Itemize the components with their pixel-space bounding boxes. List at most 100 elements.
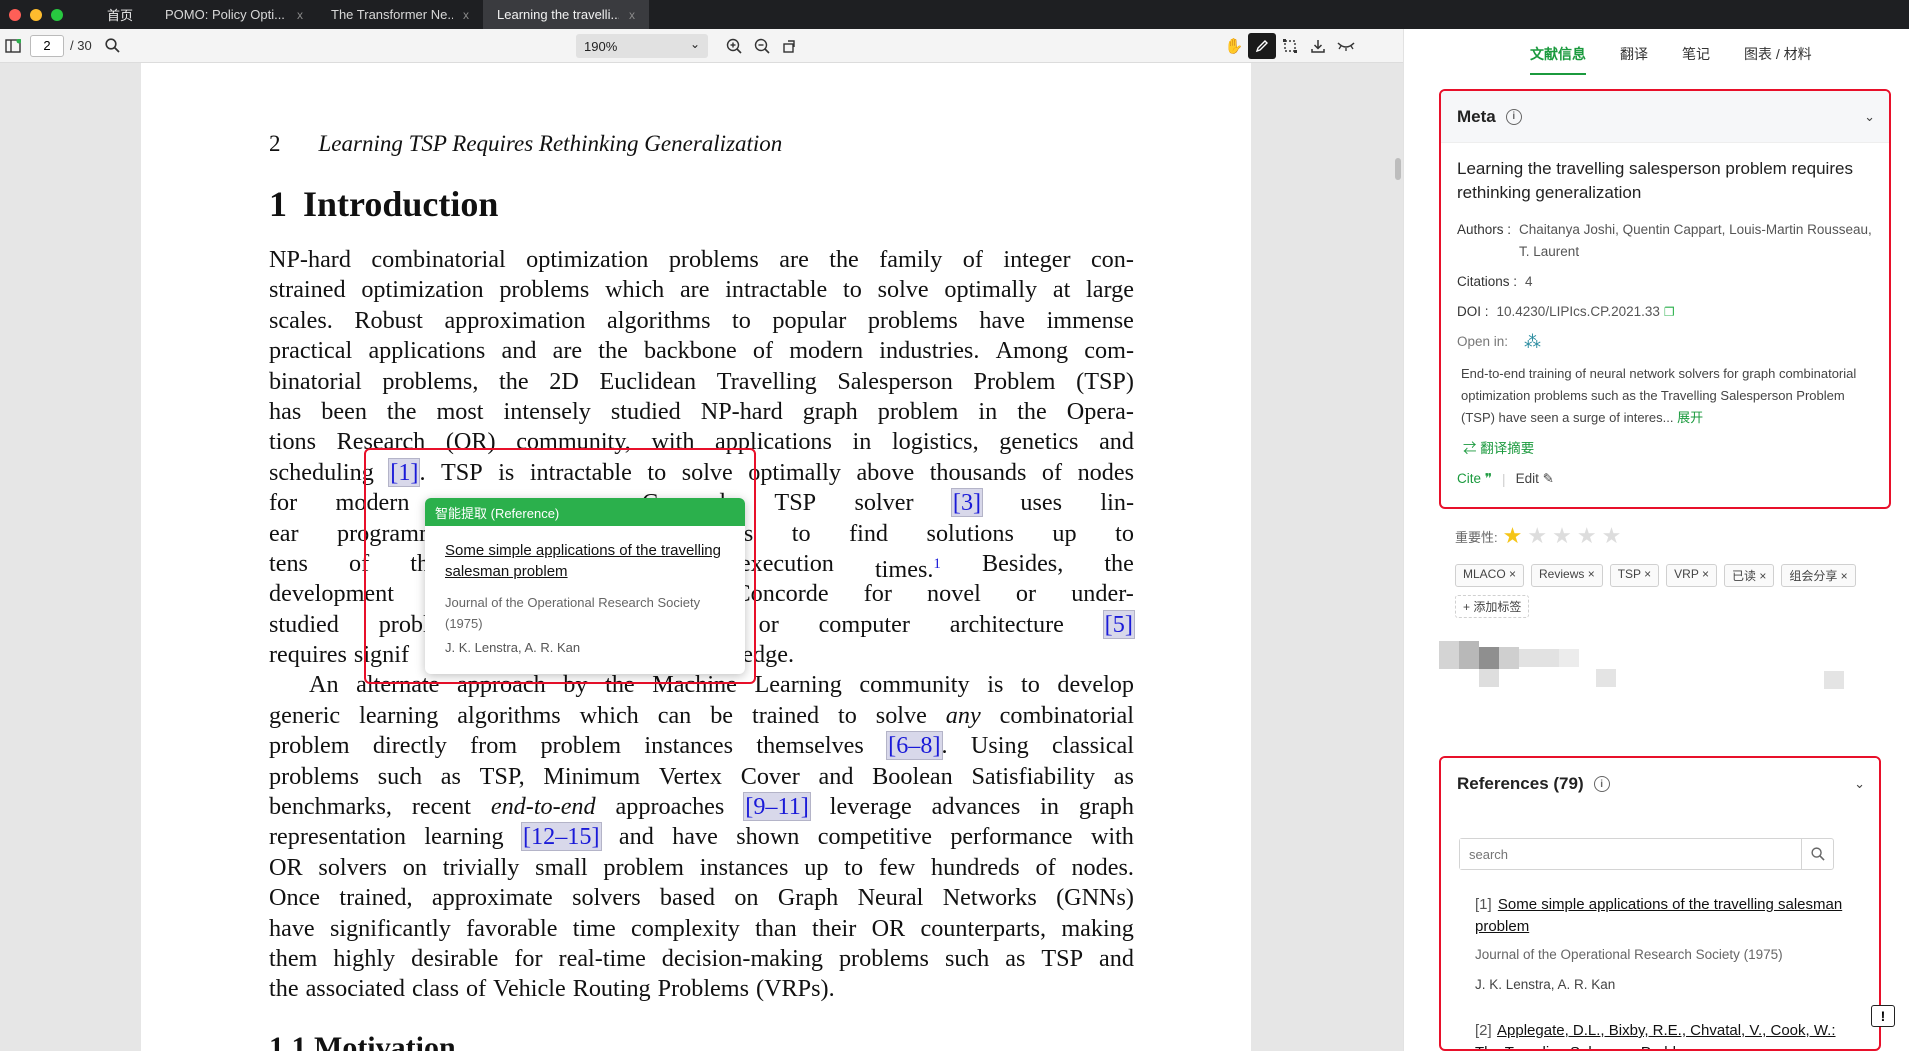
abstract-body: End-to-end training of neural network so… <box>1461 366 1857 425</box>
tag-chip[interactable]: MLACO × <box>1455 564 1525 587</box>
open-in-field: Open in: ⁂ <box>1457 331 1873 353</box>
doi-field: DOI : 10.4230/LIPIcs.CP.2021.33 ❐ <box>1457 301 1873 323</box>
text-line: OR solvers on trivially small problem instance… <box>269 853 1134 881</box>
pdf-toolbar: / 30 190% ⌄ ✋ <box>0 29 1403 63</box>
search-icon[interactable] <box>100 33 126 59</box>
abstract-text: End-to-end training of neural network so… <box>1461 363 1873 429</box>
tag-chip[interactable]: VRP × <box>1666 564 1717 587</box>
window-titlebar: 首页 POMO: Policy Opti... x The Transforme… <box>0 0 1909 29</box>
copy-icon[interactable]: ❐ <box>1664 301 1675 323</box>
tab-pomo[interactable]: POMO: Policy Opti... x <box>151 0 317 29</box>
zoom-select[interactable]: 190% ⌄ <box>576 34 708 58</box>
text-line: problems such as TSP, Minimum Vertex Cover and B… <box>269 762 1134 790</box>
page-number-label: 2 <box>269 131 281 156</box>
text-line: strained optimization problems which are intr… <box>269 276 1134 304</box>
annotate-pen-icon[interactable] <box>1248 33 1276 59</box>
info-icon[interactable]: i <box>1505 108 1522 125</box>
star-icon[interactable]: ★ <box>1552 523 1572 548</box>
tag-chip[interactable]: TSP × <box>1609 564 1660 587</box>
references-card-header[interactable]: References (79) i ⌄ <box>1441 758 1879 810</box>
citation-link[interactable]: [3] <box>950 488 984 518</box>
chevron-down-icon[interactable]: ⌄ <box>1854 776 1865 792</box>
doi-label: DOI : <box>1457 304 1489 319</box>
tab-transformer[interactable]: The Transformer Ne... x <box>317 0 483 29</box>
open-in-label: Open in: <box>1457 334 1509 349</box>
tag-chip[interactable]: Reviews × <box>1531 564 1603 587</box>
edit-button[interactable]: Edit ✎ <box>1516 471 1554 487</box>
tab-home[interactable]: 首页 <box>89 0 151 29</box>
rotate-icon[interactable] <box>776 33 804 59</box>
star-rating[interactable]: ★ ★ ★ ★ ★ <box>1498 523 1622 549</box>
page-number-input[interactable] <box>30 34 64 57</box>
zoom-out-icon[interactable] <box>748 33 776 59</box>
tab-close-icon[interactable]: x <box>297 8 303 22</box>
doi-value[interactable]: 10.4230/LIPIcs.CP.2021.33 <box>1497 301 1660 323</box>
tag-chip[interactable]: 已读 × <box>1723 564 1775 587</box>
reference-title[interactable]: Some simple applications of the travelli… <box>1475 896 1842 935</box>
add-tag-button[interactable]: + 添加标签 <box>1455 595 1530 618</box>
references-search-input[interactable] <box>1460 839 1801 869</box>
text-line: scales. Robust approximation algorithms to po… <box>269 306 1134 334</box>
expand-link[interactable]: 展开 <box>1677 410 1703 425</box>
star-icon[interactable]: ★ <box>1527 523 1547 548</box>
paper-title: Learning the travelling salesperson prob… <box>1457 159 1853 202</box>
importance-label: 重要性: <box>1455 529 1498 545</box>
citations-field: Citations : 4 <box>1457 271 1873 293</box>
citation-link[interactable]: [12–15] <box>520 822 602 852</box>
reference-item: [2] Applegate, D.L., Bixby, R.E., Chvata… <box>1475 1020 1855 1049</box>
right-panel-tabs: 文献信息 翻译 笔记 图表 / 材料 <box>1404 29 1909 75</box>
text-line: them highly desirable for real-time decision-… <box>269 944 1134 972</box>
text-line: the associated class of Vehicle Routing Proble… <box>269 975 835 1003</box>
close-window-button[interactable] <box>9 8 21 21</box>
area-select-icon[interactable] <box>1276 33 1304 59</box>
hide-eye-icon[interactable] <box>1332 33 1360 59</box>
tab-close-icon[interactable]: x <box>629 8 635 22</box>
references-search <box>1459 838 1834 870</box>
zoom-value: 190% <box>584 38 618 54</box>
citation-link[interactable]: [6–8] <box>886 731 943 761</box>
authors-value: Chaitanya Joshi, Quentin Cappart, Louis-… <box>1519 222 1872 259</box>
star-icon[interactable]: ★ <box>1602 523 1622 548</box>
running-title: Learning TSP Requires Rethinking General… <box>318 131 783 156</box>
tab-learning-tsp[interactable]: Learning the travelli... x <box>483 0 649 29</box>
download-icon[interactable] <box>1304 33 1332 59</box>
tab-paper-info[interactable]: 文献信息 <box>1530 29 1586 75</box>
reference-title[interactable]: Applegate, D.L., Bixby, R.E., Chvatal, V… <box>1475 1022 1836 1049</box>
citation-link[interactable]: [9–11] <box>743 792 811 822</box>
citations-label: Citations : <box>1457 274 1518 289</box>
tab-translate[interactable]: 翻译 <box>1620 29 1648 75</box>
tab-notes[interactable]: 笔记 <box>1682 29 1710 75</box>
zoom-in-icon[interactable] <box>720 33 748 59</box>
star-icon[interactable]: ★ <box>1577 523 1597 548</box>
meta-card-header[interactable]: Meta i ⌄ <box>1441 91 1889 143</box>
section-number: 1 <box>269 184 287 224</box>
scrollbar-thumb[interactable] <box>1395 158 1401 180</box>
star-icon[interactable]: ★ <box>1503 523 1523 548</box>
reference-item: [1] Some simple applications of the trav… <box>1475 894 1855 996</box>
info-icon[interactable]: i <box>1593 776 1610 792</box>
importance-row: 重要性: ★ ★ ★ ★ ★ <box>1455 523 1621 549</box>
hand-tool-icon[interactable]: ✋ <box>1220 33 1248 59</box>
chevron-down-icon[interactable]: ⌄ <box>1864 109 1875 125</box>
search-icon[interactable] <box>1801 839 1833 869</box>
text-line: Once trained, approximate solvers based on Gra… <box>269 884 1134 912</box>
maximize-window-button[interactable] <box>51 8 63 21</box>
semantic-scholar-icon[interactable]: ⁂ <box>1524 331 1541 353</box>
reference-popup[interactable]: 智能提取 (Reference) Some simple application… <box>425 498 745 674</box>
translate-abstract-link[interactable]: ⇄ 翻译摘要 <box>1463 437 1889 457</box>
sidebar-toggle-icon[interactable] <box>0 33 26 59</box>
tag-chip[interactable]: 组会分享 × <box>1781 564 1856 587</box>
cite-button[interactable]: Cite ❞ <box>1457 471 1492 487</box>
page-total: / 30 <box>70 38 92 53</box>
text-line: has been the most intensely studied NP-hard gra… <box>269 397 1134 425</box>
tab-close-icon[interactable]: x <box>463 8 469 22</box>
minimize-window-button[interactable] <box>30 8 42 21</box>
tab-figures[interactable]: 图表 / 材料 <box>1744 29 1812 75</box>
subsection-heading: 1.1 Motivation <box>269 1031 456 1051</box>
chevron-down-icon: ⌄ <box>689 37 700 51</box>
feedback-icon[interactable]: ! <box>1871 1005 1895 1027</box>
text-line: benchmarks, recent end-to-end approaches [9–… <box>269 792 1134 822</box>
citation-link[interactable]: [5] <box>1102 609 1135 639</box>
popup-reference-title[interactable]: Some simple applications of the travelli… <box>445 540 727 582</box>
authors-field: Authors : Chaitanya Joshi, Quentin Cappa… <box>1457 219 1873 263</box>
